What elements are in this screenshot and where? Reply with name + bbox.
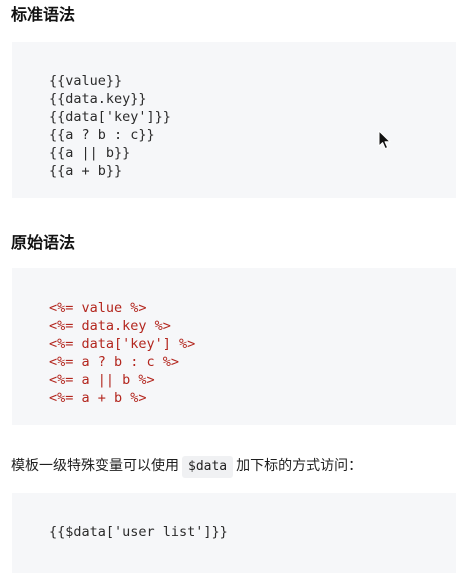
code-line: <%= data['key'] %> xyxy=(49,336,196,352)
standard-syntax-heading: 标准语法 xyxy=(11,5,76,24)
code-line: {{data.key}} xyxy=(49,91,147,107)
code-line: {{$data['user list']}} xyxy=(49,524,228,540)
code-line: <%= a ? b : c %> xyxy=(49,354,180,370)
code-line: {{a + b}} xyxy=(49,163,123,179)
code-line: {{data['key']}} xyxy=(49,109,171,125)
paragraph-text-before: 模板一级特殊变量可以使用 xyxy=(11,458,179,474)
raw-syntax-code-block: <%= value %> <%= data.key %> <%= data['k… xyxy=(12,268,456,425)
code-line: {{a ? b : c}} xyxy=(49,127,155,143)
code-line: <%= a + b %> xyxy=(49,390,147,406)
raw-syntax-heading: 原始语法 xyxy=(11,233,76,252)
code-line: {{a || b}} xyxy=(49,145,131,161)
code-line: {{value}} xyxy=(49,73,123,89)
code-line: <%= value %> xyxy=(49,300,147,316)
mouse-pointer-icon xyxy=(378,130,391,150)
code-line: <%= data.key %> xyxy=(49,318,171,334)
paragraph-text-after: 加下标的方式访问： xyxy=(236,458,363,474)
inline-code-data: $data xyxy=(182,456,234,478)
special-variable-paragraph: 模板一级特殊变量可以使用 $data 加下标的方式访问： xyxy=(11,455,362,478)
standard-syntax-code-block: {{value}} {{data.key}} {{data['key']}} {… xyxy=(12,42,456,198)
data-example-code-block: {{$data['user list']}} xyxy=(12,493,456,573)
code-line: <%= a || b %> xyxy=(49,372,155,388)
